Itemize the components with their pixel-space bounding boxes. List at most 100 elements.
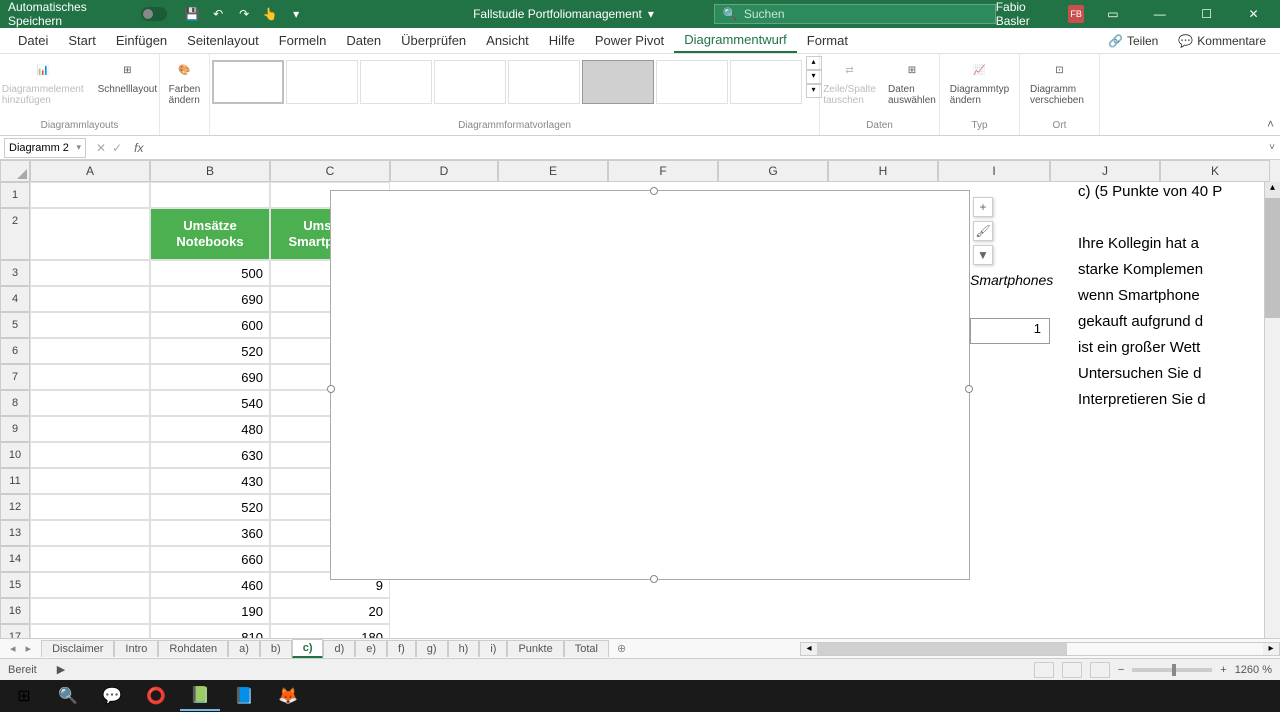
undo-icon[interactable]: ↶: [211, 7, 225, 21]
document-title[interactable]: Fallstudie Portfoliomanagement▾: [473, 7, 654, 21]
excel-button[interactable]: 📗: [180, 681, 220, 711]
search-box[interactable]: 🔍 Suchen: [714, 4, 996, 24]
sheet-tab[interactable]: i): [479, 640, 507, 657]
style-thumb-5[interactable]: [508, 60, 580, 104]
formula-input[interactable]: [149, 138, 1264, 158]
row-header[interactable]: 7: [0, 364, 30, 390]
cell[interactable]: [30, 494, 150, 520]
row-header[interactable]: 2: [0, 208, 30, 260]
menu-powerpivot[interactable]: Power Pivot: [585, 29, 674, 52]
cell[interactable]: [30, 260, 150, 286]
sheet-tab[interactable]: h): [448, 640, 480, 657]
col-header-c[interactable]: C: [270, 160, 390, 182]
select-data-button[interactable]: ⊞ Daten auswählen: [884, 56, 940, 108]
change-colors-button[interactable]: 🎨 Farben ändern: [165, 56, 205, 108]
resize-handle[interactable]: [650, 575, 658, 583]
enter-icon[interactable]: ✓: [112, 141, 122, 155]
row-header[interactable]: 4: [0, 286, 30, 312]
col-header-b[interactable]: B: [150, 160, 270, 182]
touch-icon[interactable]: 👆: [263, 7, 277, 21]
row-header[interactable]: 5: [0, 312, 30, 338]
row-header[interactable]: 8: [0, 390, 30, 416]
menu-daten[interactable]: Daten: [336, 29, 391, 52]
cell[interactable]: 500: [150, 260, 270, 286]
sheet-tab[interactable]: Rohdaten: [158, 640, 228, 657]
tab-nav[interactable]: ◂▸: [0, 642, 41, 655]
normal-view-button[interactable]: [1034, 662, 1054, 678]
row-header[interactable]: 6: [0, 338, 30, 364]
more-icon[interactable]: ▾: [289, 7, 303, 21]
menu-einfuegen[interactable]: Einfügen: [106, 29, 177, 52]
cell[interactable]: [30, 572, 150, 598]
task-icon[interactable]: 💬: [92, 681, 132, 711]
cell[interactable]: 630: [150, 442, 270, 468]
row-header[interactable]: 3: [0, 260, 30, 286]
menu-start[interactable]: Start: [58, 29, 105, 52]
sheet-tab[interactable]: d): [323, 640, 355, 657]
menu-diagrammentwurf[interactable]: Diagrammentwurf: [674, 28, 797, 53]
cell[interactable]: 180: [270, 624, 390, 638]
row-header[interactable]: 12: [0, 494, 30, 520]
zoom-out-icon[interactable]: −: [1118, 664, 1124, 676]
scroll-left-icon[interactable]: ◂: [801, 643, 817, 655]
row-header[interactable]: 17: [0, 624, 30, 638]
search-button[interactable]: 🔍: [48, 681, 88, 711]
sheet-tab[interactable]: e): [355, 640, 387, 657]
zoom-level[interactable]: 1260 %: [1235, 664, 1272, 676]
menu-ueberpruefen[interactable]: Überprüfen: [391, 29, 476, 52]
cell[interactable]: [30, 520, 150, 546]
user-name[interactable]: Fabio Basler: [996, 0, 1058, 28]
move-chart-button[interactable]: ⊡ Diagramm verschieben: [1026, 56, 1093, 108]
cell[interactable]: 360: [150, 520, 270, 546]
cell[interactable]: [30, 208, 150, 260]
col-header-h[interactable]: H: [828, 160, 938, 182]
scroll-thumb[interactable]: [817, 643, 1067, 655]
zoom-in-icon[interactable]: +: [1220, 664, 1226, 676]
maximize-icon[interactable]: ☐: [1188, 0, 1225, 28]
cell[interactable]: [30, 624, 150, 638]
vertical-scrollbar[interactable]: ▴: [1264, 182, 1280, 638]
sheet-tab[interactable]: Punkte: [507, 640, 563, 657]
cell[interactable]: 540: [150, 390, 270, 416]
side-cell[interactable]: 1: [970, 318, 1050, 344]
select-all-button[interactable]: [0, 160, 30, 182]
macro-icon[interactable]: ▶: [57, 663, 65, 676]
cell[interactable]: [30, 286, 150, 312]
scroll-up-icon[interactable]: ▴: [1265, 182, 1280, 198]
col-header-k[interactable]: K: [1160, 160, 1270, 182]
minimize-icon[interactable]: —: [1141, 0, 1178, 28]
ribbon-mode-icon[interactable]: ▭: [1094, 0, 1131, 28]
cell[interactable]: 690: [150, 286, 270, 312]
cell[interactable]: [30, 182, 150, 208]
sheet-tab[interactable]: Disclaimer: [41, 640, 114, 657]
task-icon[interactable]: ⭕: [136, 681, 176, 711]
menu-format[interactable]: Format: [797, 29, 858, 52]
start-button[interactable]: ⊞: [4, 681, 44, 711]
chart-object[interactable]: + 🖌 ▼: [330, 190, 970, 580]
resize-handle[interactable]: [650, 187, 658, 195]
col-header-f[interactable]: F: [608, 160, 718, 182]
cancel-icon[interactable]: ✕: [96, 141, 106, 155]
page-break-button[interactable]: [1090, 662, 1110, 678]
chart-brush-button[interactable]: 🖌: [973, 221, 993, 241]
scroll-right-icon[interactable]: ▸: [1263, 643, 1279, 655]
cell[interactable]: [30, 468, 150, 494]
collapse-ribbon-icon[interactable]: ˄: [1267, 117, 1274, 131]
row-header[interactable]: 14: [0, 546, 30, 572]
save-icon[interactable]: 💾: [185, 7, 199, 21]
col-header-e[interactable]: E: [498, 160, 608, 182]
resize-handle[interactable]: [327, 385, 335, 393]
sheet-tab[interactable]: a): [228, 640, 260, 657]
sheet-tab[interactable]: b): [260, 640, 292, 657]
resize-handle[interactable]: [965, 385, 973, 393]
menu-formeln[interactable]: Formeln: [269, 29, 337, 52]
row-header[interactable]: 13: [0, 520, 30, 546]
style-thumb-3[interactable]: [360, 60, 432, 104]
style-thumb-7[interactable]: [656, 60, 728, 104]
chart-plus-button[interactable]: +: [973, 197, 993, 217]
row-header[interactable]: 10: [0, 442, 30, 468]
zoom-slider[interactable]: [1132, 668, 1212, 672]
cell[interactable]: 520: [150, 338, 270, 364]
style-thumb-8[interactable]: [730, 60, 802, 104]
menu-datei[interactable]: Datei: [8, 29, 58, 52]
